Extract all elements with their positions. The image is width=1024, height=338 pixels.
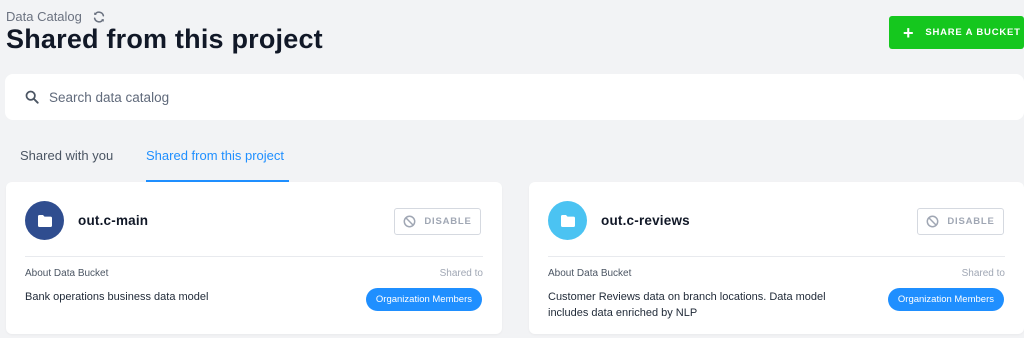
plus-icon: + xyxy=(903,22,915,43)
search-input[interactable] xyxy=(49,89,649,105)
divider xyxy=(25,256,483,257)
breadcrumb: Data Catalog xyxy=(6,9,106,24)
disable-label: DISABLE xyxy=(424,216,472,227)
bucket-avatar xyxy=(25,201,64,240)
disable-button[interactable]: DISABLE xyxy=(394,208,481,235)
page-title: Shared from this project xyxy=(6,24,323,54)
shared-to-badge[interactable]: Organization Members xyxy=(365,288,482,311)
tab-bar: Shared with you Shared from this project xyxy=(0,140,1024,182)
search-icon xyxy=(25,90,39,104)
shared-to-label: Shared to xyxy=(961,268,1005,279)
ban-icon xyxy=(403,215,416,228)
folder-icon xyxy=(37,214,52,227)
tab-shared-from-this-project[interactable]: Shared from this project xyxy=(146,148,289,182)
share-bucket-button[interactable]: + SHARE A BUCKET xyxy=(889,16,1024,49)
bucket-avatar xyxy=(548,201,587,240)
about-label: About Data Bucket xyxy=(548,268,632,279)
share-bucket-label: SHARE A BUCKET xyxy=(925,27,1021,38)
shared-to-label: Shared to xyxy=(439,268,483,279)
disable-button[interactable]: DISABLE xyxy=(917,208,1004,235)
bucket-description: Bank operations business data model xyxy=(25,291,209,303)
breadcrumb-label[interactable]: Data Catalog xyxy=(6,9,82,24)
folder-icon xyxy=(560,214,575,227)
bucket-card: out.c-reviews DISABLE About Data Bucket … xyxy=(529,182,1024,334)
bucket-name[interactable]: out.c-reviews xyxy=(601,213,690,228)
bucket-name[interactable]: out.c-main xyxy=(78,213,148,228)
bucket-card: out.c-main DISABLE About Data Bucket Sha… xyxy=(6,182,502,334)
about-label: About Data Bucket xyxy=(25,268,109,279)
bucket-description: Customer Reviews data on branch location… xyxy=(548,291,826,319)
divider xyxy=(548,256,1005,257)
tab-shared-with-you[interactable]: Shared with you xyxy=(20,148,113,182)
disable-label: DISABLE xyxy=(947,216,995,227)
search-bar[interactable] xyxy=(5,74,1024,120)
ban-icon xyxy=(926,215,939,228)
refresh-icon[interactable] xyxy=(92,10,106,24)
shared-to-badge[interactable]: Organization Members xyxy=(887,288,1004,311)
